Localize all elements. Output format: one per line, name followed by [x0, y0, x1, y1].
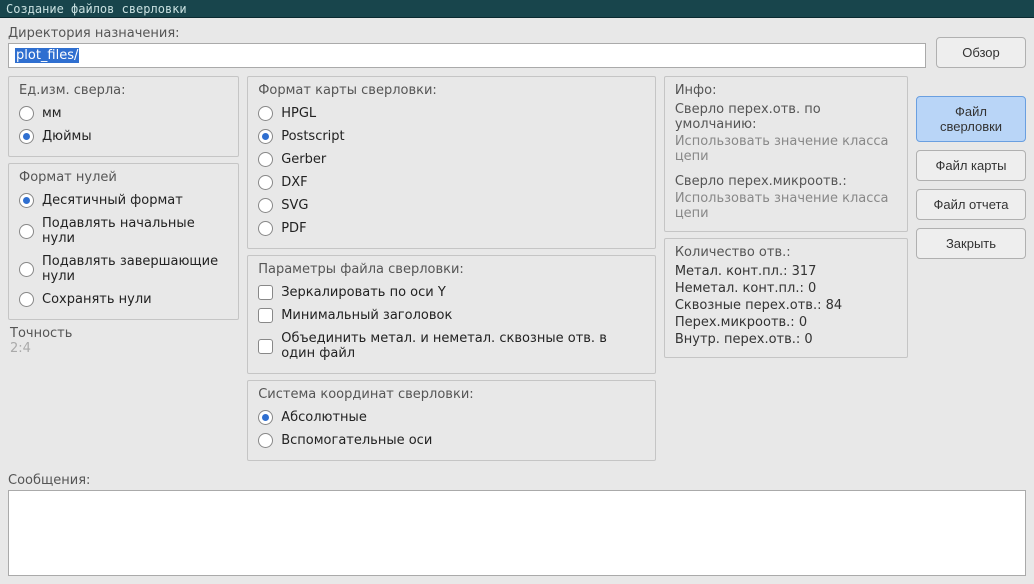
- radio-icon: [19, 292, 34, 307]
- radio-icon: [258, 410, 273, 425]
- micro-via-drill-value: Использовать значение класса цепи: [675, 191, 897, 221]
- zeros-decimal-radio[interactable]: Десятичный формат: [19, 189, 228, 212]
- plated-pads-count: Метал. конт.пл.: 317: [675, 264, 897, 279]
- format-dxf-label: DXF: [281, 175, 307, 190]
- map-file-button[interactable]: Файл карты: [916, 150, 1026, 181]
- window-title: Создание файлов сверловки: [6, 2, 187, 16]
- micro-vias-count: Перех.микроотв.: 0: [675, 315, 897, 330]
- format-pdf-radio[interactable]: PDF: [258, 217, 645, 240]
- drill-file-params-group: Параметры файла сверловки: Зеркалировать…: [247, 255, 656, 374]
- default-via-drill-label: Сверло перех.отв. по умолчанию:: [675, 102, 897, 132]
- buried-vias-count: Внутр. перех.отв.: 0: [675, 332, 897, 347]
- zeros-format-title: Формат нулей: [19, 170, 228, 185]
- radio-icon: [258, 106, 273, 121]
- format-svg-label: SVG: [281, 198, 308, 213]
- map-format-group: Формат карты сверловки: HPGL Postscript …: [247, 76, 656, 249]
- radio-icon: [258, 198, 273, 213]
- messages-label: Сообщения:: [8, 473, 1026, 488]
- drill-file-params-title: Параметры файла сверловки:: [258, 262, 645, 277]
- drill-file-button[interactable]: Файл сверловки: [916, 96, 1026, 142]
- precision-title: Точность: [8, 326, 239, 341]
- radio-icon: [19, 224, 34, 239]
- checkbox-icon: [258, 339, 273, 354]
- output-dir-value: plot_files/: [15, 48, 79, 63]
- format-postscript-label: Postscript: [281, 129, 344, 144]
- origin-aux-label: Вспомогательные оси: [281, 433, 432, 448]
- drill-units-title: Ед.изм. сверла:: [19, 83, 228, 98]
- units-inch-label: Дюймы: [42, 129, 92, 144]
- radio-icon: [258, 433, 273, 448]
- format-dxf-radio[interactable]: DXF: [258, 171, 645, 194]
- messages-textarea[interactable]: [8, 490, 1026, 576]
- zeros-format-group: Формат нулей Десятичный формат Подавлять…: [8, 163, 239, 320]
- units-mm-label: мм: [42, 106, 62, 121]
- zeros-suppress-trailing-radio[interactable]: Подавлять завершающие нули: [19, 250, 228, 288]
- radio-icon: [258, 221, 273, 236]
- origin-absolute-radio[interactable]: Абсолютные: [258, 406, 645, 429]
- merge-pth-npth-label: Объединить метал. и неметал. сквозные от…: [281, 331, 645, 361]
- format-hpgl-radio[interactable]: HPGL: [258, 102, 645, 125]
- format-gerber-radio[interactable]: Gerber: [258, 148, 645, 171]
- zeros-decimal-label: Десятичный формат: [42, 193, 183, 208]
- info-title: Инфо:: [675, 83, 897, 98]
- drill-origin-title: Система координат сверловки:: [258, 387, 645, 402]
- checkbox-icon: [258, 308, 273, 323]
- default-via-drill-value: Использовать значение класса цепи: [675, 134, 897, 164]
- radio-icon: [19, 262, 34, 277]
- origin-aux-radio[interactable]: Вспомогательные оси: [258, 429, 645, 452]
- min-header-check[interactable]: Минимальный заголовок: [258, 304, 645, 327]
- units-mm-radio[interactable]: мм: [19, 102, 228, 125]
- format-svg-radio[interactable]: SVG: [258, 194, 645, 217]
- checkbox-icon: [258, 285, 273, 300]
- units-inch-radio[interactable]: Дюймы: [19, 125, 228, 148]
- zeros-keep-radio[interactable]: Сохранять нули: [19, 288, 228, 311]
- radio-icon: [258, 152, 273, 167]
- close-button[interactable]: Закрыть: [916, 228, 1026, 259]
- drill-origin-group: Система координат сверловки: Абсолютные …: [247, 380, 656, 461]
- min-header-label: Минимальный заголовок: [281, 308, 452, 323]
- output-dir-input[interactable]: plot_files/: [8, 43, 926, 68]
- origin-absolute-label: Абсолютные: [281, 410, 367, 425]
- window-titlebar: Создание файлов сверловки: [0, 0, 1034, 18]
- format-hpgl-label: HPGL: [281, 106, 316, 121]
- map-format-title: Формат карты сверловки:: [258, 83, 645, 98]
- format-gerber-label: Gerber: [281, 152, 326, 167]
- format-postscript-radio[interactable]: Postscript: [258, 125, 645, 148]
- radio-icon: [19, 129, 34, 144]
- format-pdf-label: PDF: [281, 221, 306, 236]
- info-group: Инфо: Сверло перех.отв. по умолчанию: Ис…: [664, 76, 908, 232]
- zeros-keep-label: Сохранять нули: [42, 292, 152, 307]
- output-dir-label: Директория назначения:: [8, 26, 926, 41]
- merge-pth-npth-check[interactable]: Объединить метал. и неметал. сквозные от…: [258, 327, 645, 365]
- zeros-suppress-leading-label: Подавлять начальные нули: [42, 216, 228, 246]
- zeros-suppress-leading-radio[interactable]: Подавлять начальные нули: [19, 212, 228, 250]
- mirror-y-check[interactable]: Зеркалировать по оси Y: [258, 281, 645, 304]
- precision-value: 2:4: [8, 341, 239, 356]
- zeros-suppress-trailing-label: Подавлять завершающие нули: [42, 254, 228, 284]
- micro-via-drill-label: Сверло перех.микроотв.:: [675, 174, 897, 189]
- radio-icon: [258, 175, 273, 190]
- mirror-y-label: Зеркалировать по оси Y: [281, 285, 446, 300]
- radio-icon: [258, 129, 273, 144]
- radio-icon: [19, 106, 34, 121]
- report-file-button[interactable]: Файл отчета: [916, 189, 1026, 220]
- hole-count-group: Количество отв.: Метал. конт.пл.: 317 Не…: [664, 238, 908, 358]
- radio-icon: [19, 193, 34, 208]
- nonplated-pads-count: Неметал. конт.пл.: 0: [675, 281, 897, 296]
- browse-button[interactable]: Обзор: [936, 37, 1026, 68]
- hole-count-title: Количество отв.:: [675, 245, 897, 260]
- drill-units-group: Ед.изм. сверла: мм Дюймы: [8, 76, 239, 157]
- through-vias-count: Сквозные перех.отв.: 84: [675, 298, 897, 313]
